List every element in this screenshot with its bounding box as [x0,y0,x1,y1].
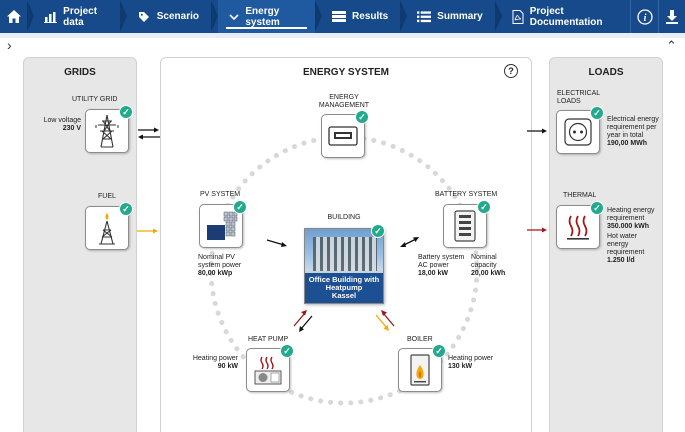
electrical-loads-label: ELECTRICAL LOADS [557,90,601,105]
pv-system-label: PV SYSTEM [200,191,241,198]
battery-ac-power-desc: Battery system AC power 18,00 kW [418,254,465,277]
building-label: BUILDING [327,214,361,221]
boiler-arrows [375,310,395,331]
heat-pump-status-check-icon: ✓ [280,344,294,358]
heat-pump-label: HEAT PUMP [248,336,289,343]
building-tile[interactable]: Office Building with Heatpump Kassel [304,228,384,304]
controller-unit-icon [328,126,358,146]
boiler-desc: Heating power 130 kW [448,355,494,370]
boiler-status-check-icon: ✓ [432,344,446,358]
grid-exchange-arrows [138,127,160,140]
utility-grid-label: UTILITY GRID [72,96,118,103]
pv-to-building-arrow [266,239,287,247]
battery-exchange-arrow [400,237,419,247]
heat-pump-arrows [293,310,313,332]
thermal-label: THERMAL [563,192,597,199]
battery-cabinet-icon [454,210,476,242]
thermal-status-check-icon: ✓ [590,201,604,215]
heat-waves-icon [567,215,589,240]
building-photo [313,237,377,271]
fuel-label: FUEL [98,193,116,200]
utility-grid-value: 230 V [62,125,81,132]
pv-system-status-check-icon: ✓ [233,200,247,214]
boiler-label: BOILER [407,336,433,343]
building-caption: Office Building with Heatpump Kassel [305,273,383,303]
energy-management-label: ENERGY MANAGEMENT [318,94,370,109]
electrical-load-arrow [527,128,547,134]
power-pylon-icon [95,114,119,148]
pv-inverter-panel-icon [207,211,238,240]
utility-grid-status-check-icon: ✓ [119,105,133,119]
battery-system-label: BATTERY SYSTEM [435,191,498,198]
fuel-status-check-icon: ✓ [119,202,133,216]
heat-pump-desc: Heating power 90 kW [192,355,238,370]
battery-capacity-desc: Nominal capacity 20,00 kWh [471,254,506,277]
power-socket-icon [564,118,592,146]
utility-grid-desc: Low voltage [43,117,81,124]
fuel-arrow [137,228,158,234]
pv-system-desc: Nominal PV system power 80,00 kWp [198,254,242,277]
heat-pump-icon [254,356,282,385]
boiler-flame-icon [410,354,430,386]
hot-water-desc: Hot water energy requirement 1.250 l/d [607,233,645,264]
energy-management-status-check-icon: ✓ [355,110,369,124]
electrical-loads-desc: Electrical energy requirement per year in … [607,116,659,147]
battery-system-status-check-icon: ✓ [477,200,491,214]
building-status-check-icon: ✓ [371,224,385,238]
thermal-load-arrow [527,227,547,233]
gas-rig-flame-icon [99,213,115,245]
electrical-loads-status-check-icon: ✓ [590,106,604,120]
heating-energy-desc: Heating energy requirement 350.000 kWh [607,207,655,230]
